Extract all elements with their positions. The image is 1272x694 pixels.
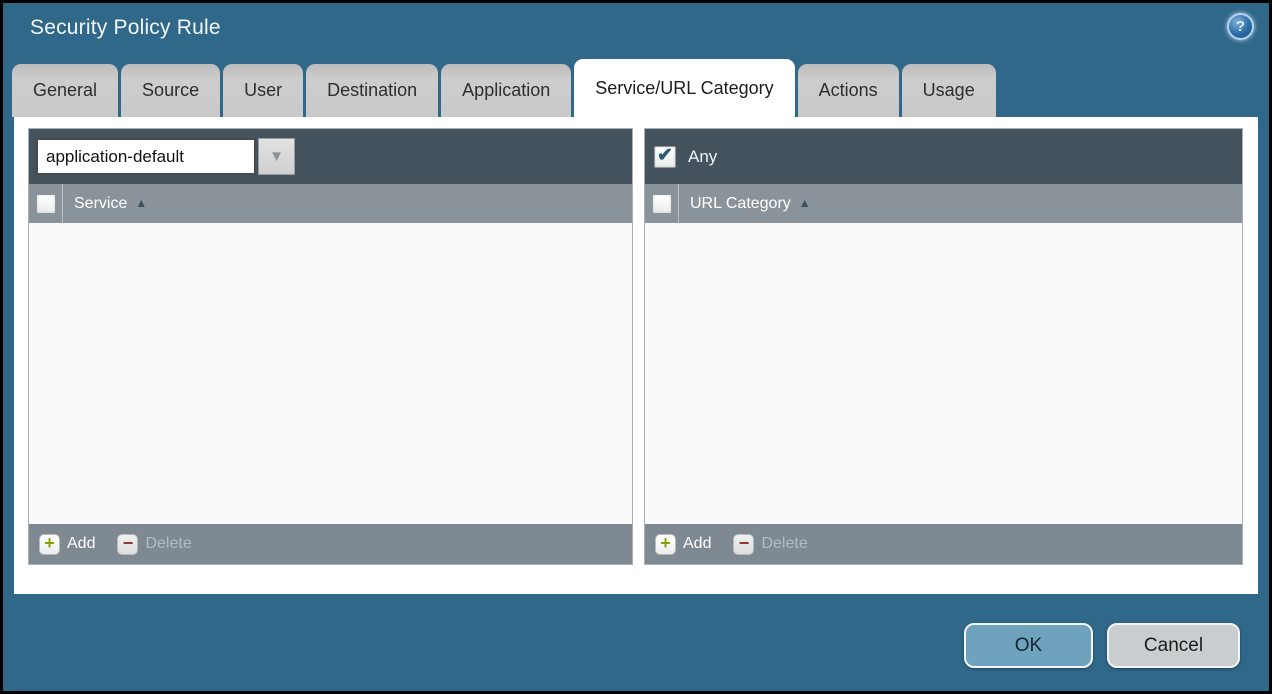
plus-glyph: + <box>44 534 55 552</box>
chevron-down-icon: ▼ <box>269 148 284 165</box>
tab-label: General <box>33 80 97 101</box>
tab-label: Actions <box>819 80 878 101</box>
minus-glyph: − <box>123 534 134 552</box>
any-checkbox[interactable]: ✔ <box>654 146 676 168</box>
url-category-column-header-label: URL Category <box>690 195 791 213</box>
tab-label: User <box>244 80 282 101</box>
url-category-select-all-checkbox[interactable] <box>652 194 672 214</box>
url-category-panel-toolbar: ✔ Any <box>645 129 1242 184</box>
tab-application[interactable]: Application <box>441 64 571 117</box>
url-category-panel-footer: + Add − Delete <box>645 524 1242 564</box>
service-panel: ▼ Service ▲ + Add − <box>28 128 633 565</box>
dialog-title: Security Policy Rule <box>30 16 221 39</box>
url-category-add-button[interactable]: + Add <box>655 534 711 555</box>
tab-usage[interactable]: Usage <box>902 64 996 117</box>
url-category-list <box>645 223 1242 524</box>
add-plus-icon: + <box>39 534 60 555</box>
security-policy-rule-dialog: Security Policy Rule ? General Source Us… <box>0 0 1272 694</box>
tab-label: Usage <box>923 80 975 101</box>
sort-ascending-icon: ▲ <box>799 196 811 210</box>
sort-ascending-icon: ▲ <box>135 196 147 210</box>
checkmark-icon: ✔ <box>657 146 673 165</box>
delete-minus-icon: − <box>117 534 138 555</box>
service-column-header-row: Service ▲ <box>29 184 632 223</box>
minus-glyph: − <box>739 534 750 552</box>
cancel-button-label: Cancel <box>1144 635 1203 657</box>
tab-label: Source <box>142 80 199 101</box>
help-button[interactable]: ? <box>1227 13 1254 40</box>
add-plus-icon: + <box>655 534 676 555</box>
tab-user[interactable]: User <box>223 64 303 117</box>
tab-label: Destination <box>327 80 417 101</box>
url-category-delete-button[interactable]: − Delete <box>733 534 807 555</box>
tab-label: Application <box>462 80 550 101</box>
url-category-column-header-row: URL Category ▲ <box>645 184 1242 223</box>
url-category-column-header[interactable]: URL Category ▲ <box>679 184 811 223</box>
tab-bar: General Source User Destination Applicat… <box>12 59 996 117</box>
service-list <box>29 223 632 524</box>
url-category-add-label: Add <box>683 535 711 553</box>
any-checkbox-label: Any <box>688 147 717 167</box>
dialog-action-buttons: OK Cancel <box>964 623 1240 668</box>
service-panel-toolbar: ▼ <box>29 129 632 184</box>
url-category-select-all-cell <box>645 184 679 223</box>
ok-button-label: OK <box>1015 635 1042 657</box>
tab-content-service-url-category: ▼ Service ▲ + Add − <box>14 117 1258 594</box>
service-column-header-label: Service <box>74 195 127 213</box>
service-column-header[interactable]: Service ▲ <box>63 184 147 223</box>
tab-label: Service/URL Category <box>595 78 773 99</box>
tab-destination[interactable]: Destination <box>306 64 438 117</box>
service-add-button[interactable]: + Add <box>39 534 95 555</box>
service-delete-button[interactable]: − Delete <box>117 534 191 555</box>
url-category-delete-label: Delete <box>761 535 807 553</box>
ok-button[interactable]: OK <box>964 623 1093 668</box>
url-category-panel: ✔ Any URL Category ▲ + Add <box>644 128 1243 565</box>
tab-source[interactable]: Source <box>121 64 220 117</box>
cancel-button[interactable]: Cancel <box>1107 623 1240 668</box>
service-type-dropdown-button[interactable]: ▼ <box>258 138 295 175</box>
dialog-titlebar: Security Policy Rule <box>30 16 221 40</box>
help-icon: ? <box>1236 18 1245 35</box>
service-delete-label: Delete <box>145 535 191 553</box>
service-select-all-cell <box>29 184 63 223</box>
tab-service-url-category[interactable]: Service/URL Category <box>574 59 794 117</box>
tab-general[interactable]: General <box>12 64 118 117</box>
plus-glyph: + <box>660 534 671 552</box>
service-type-input[interactable] <box>36 138 256 175</box>
delete-minus-icon: − <box>733 534 754 555</box>
service-add-label: Add <box>67 535 95 553</box>
tab-actions[interactable]: Actions <box>798 64 899 117</box>
any-checkbox-row: ✔ Any <box>652 146 717 168</box>
service-select-all-checkbox[interactable] <box>36 194 56 214</box>
service-panel-footer: + Add − Delete <box>29 524 632 564</box>
service-type-dropdown: ▼ <box>36 138 295 175</box>
